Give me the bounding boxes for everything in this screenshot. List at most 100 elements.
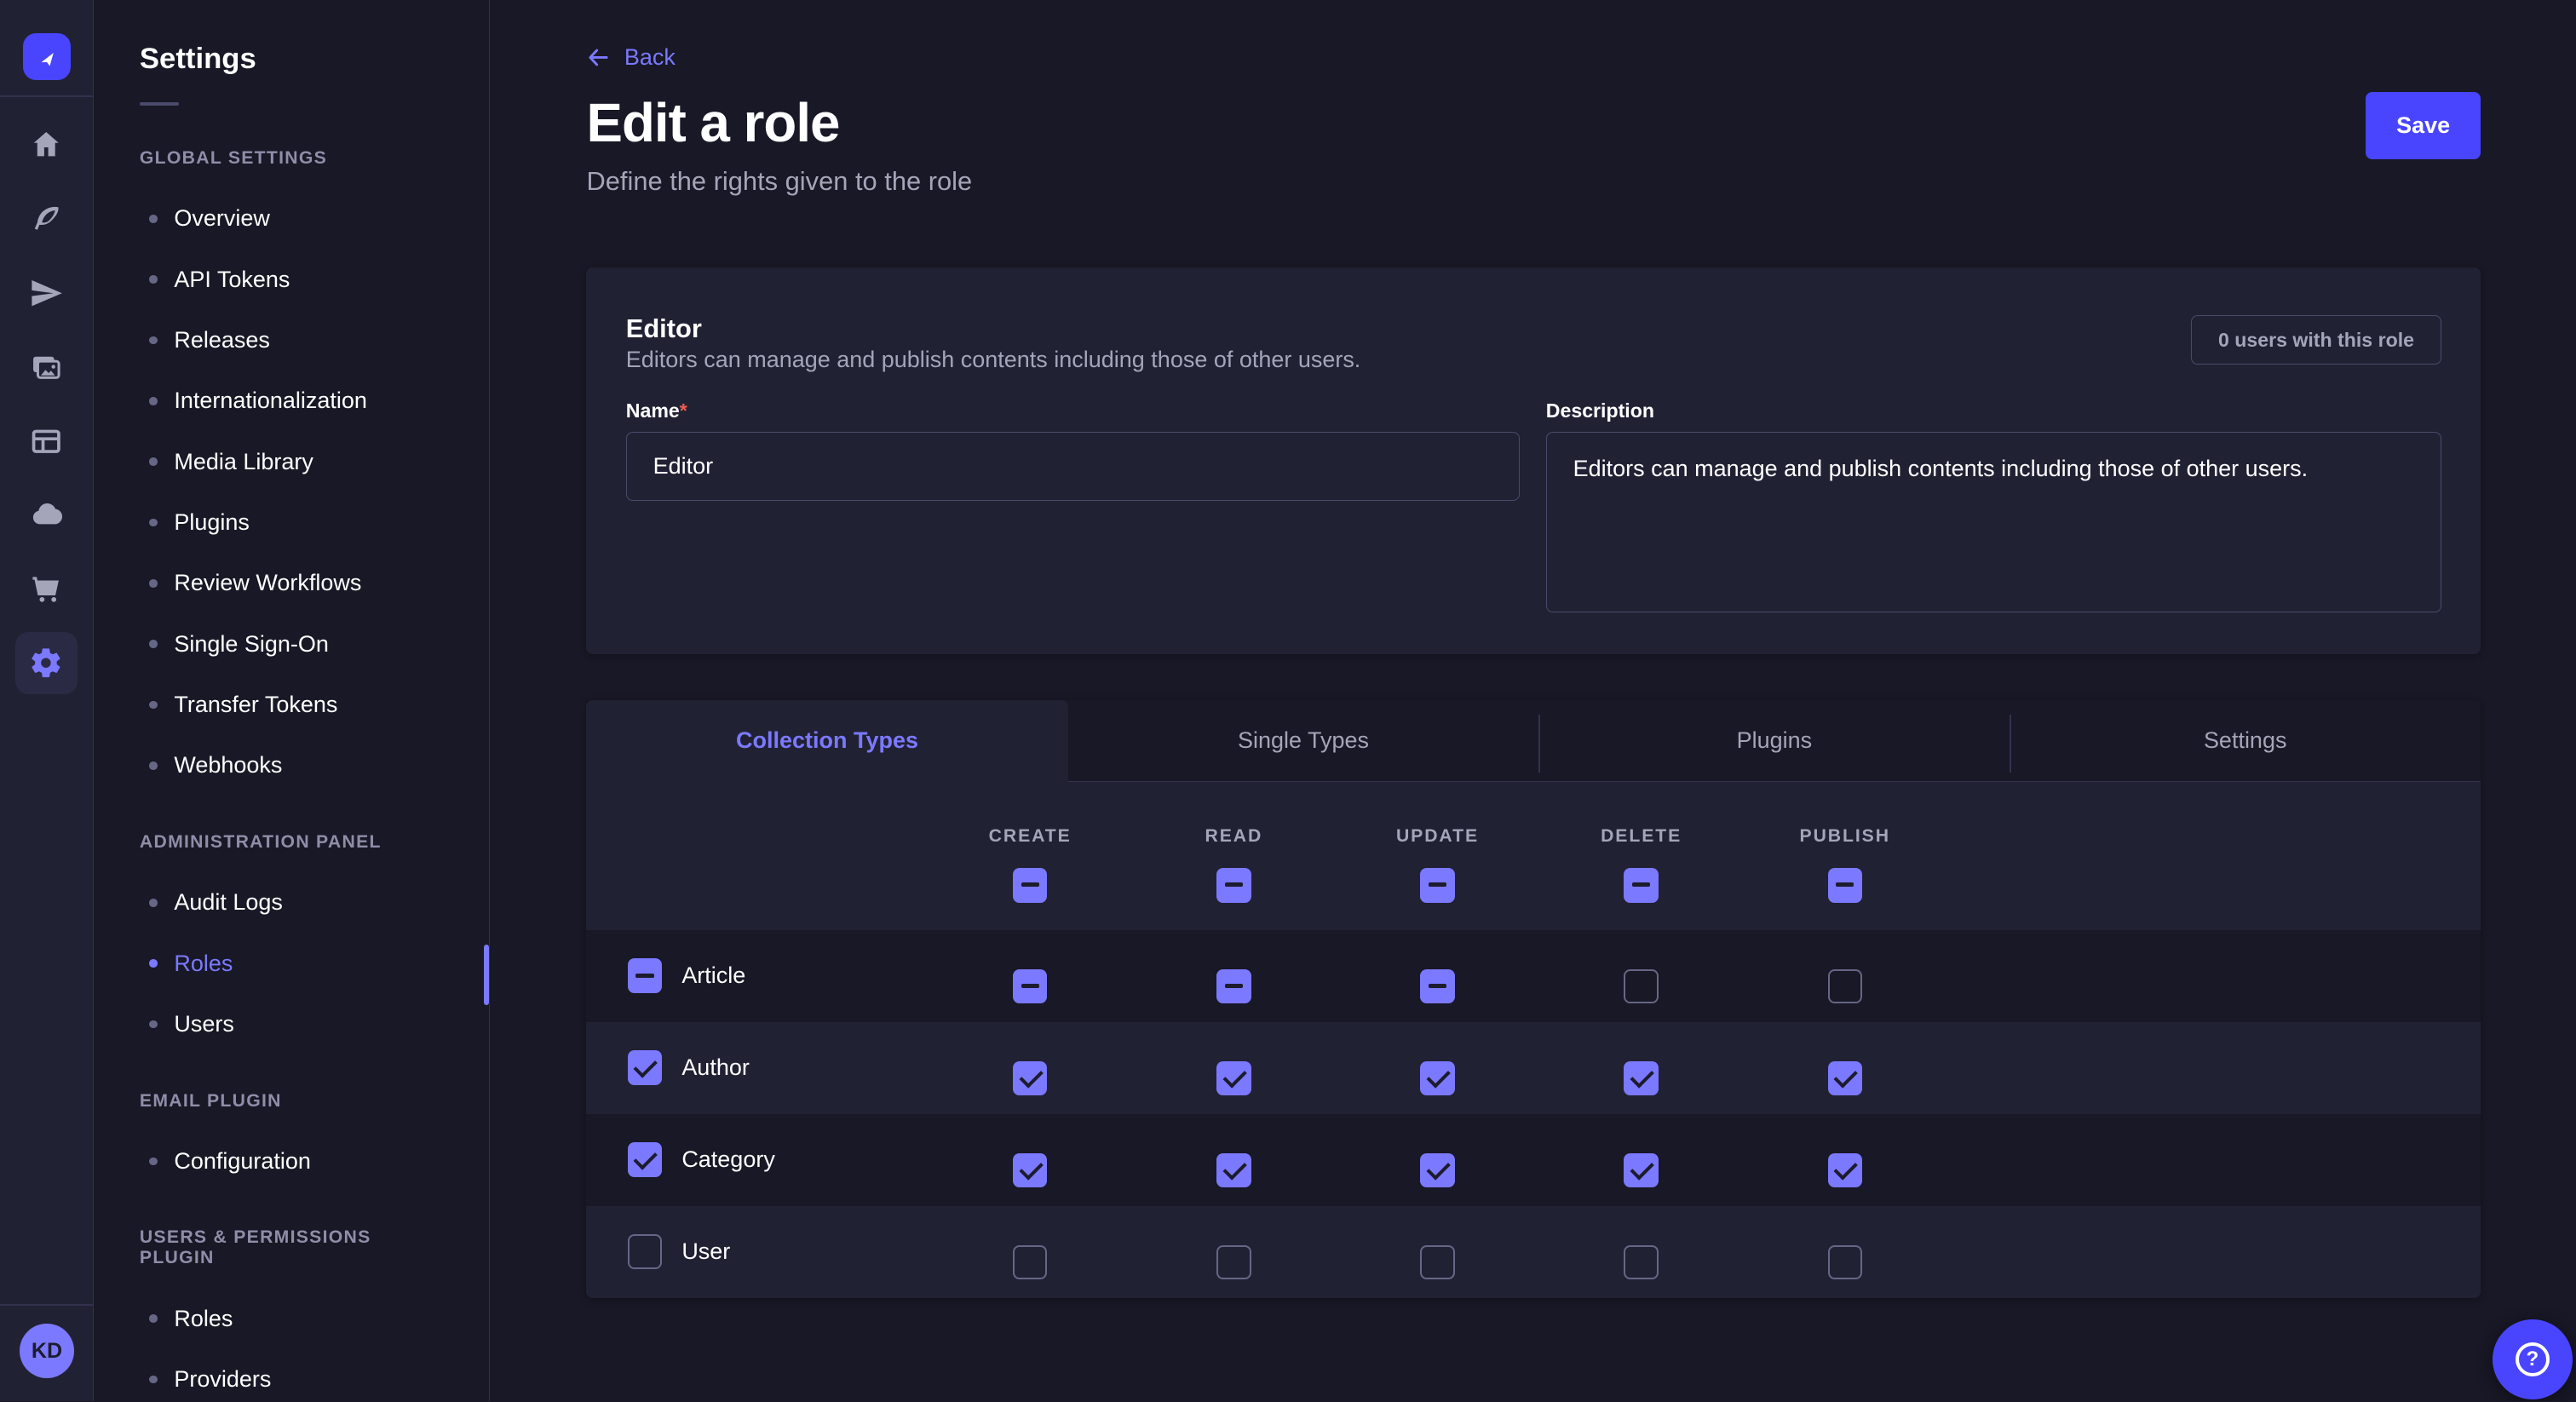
subnav-item-internationalization[interactable]: Internationalization: [95, 371, 489, 431]
article-delete-checkbox[interactable]: [1624, 969, 1658, 1003]
category-update-checkbox[interactable]: [1420, 1153, 1454, 1187]
subnav-item-users[interactable]: Users: [95, 994, 489, 1054]
perm-cell: [1743, 1132, 1946, 1188]
main-content: Back Edit a role Define the rights given…: [490, 0, 2576, 1401]
category-publish-checkbox[interactable]: [1828, 1153, 1862, 1187]
author-publish-checkbox[interactable]: [1828, 1061, 1862, 1095]
user-update-checkbox[interactable]: [1420, 1245, 1454, 1279]
article-update-checkbox[interactable]: [1420, 969, 1454, 1003]
article-create-checkbox[interactable]: [1013, 969, 1047, 1003]
name-input[interactable]: [626, 432, 1520, 501]
subnav-section-2: EMAIL PLUGIN Configuration: [95, 1091, 489, 1192]
settings-gear-icon-box: [15, 632, 78, 694]
subnav-item-plugins[interactable]: Plugins: [95, 492, 489, 553]
user-delete-checkbox[interactable]: [1624, 1245, 1658, 1279]
subnav-section-3: USERS & PERMISSIONS PLUGIN RolesProviders: [95, 1227, 489, 1401]
row-name-cell: Author: [586, 1050, 928, 1084]
description-textarea[interactable]: Editors can manage and publish contents …: [1546, 432, 2441, 612]
section-label: GLOBAL SETTINGS: [140, 148, 445, 169]
tab-collection-types[interactable]: Collection Types: [586, 700, 1067, 782]
permissions-tabbar: Collection TypesSingle TypesPluginsSetti…: [586, 700, 2481, 782]
article-read-checkbox[interactable]: [1216, 969, 1251, 1003]
back-arrow-icon: [586, 45, 611, 70]
permission-row-user: User: [586, 1206, 2481, 1298]
name-field-label: Name*: [626, 399, 687, 422]
user-avatar[interactable]: KD: [20, 1324, 74, 1378]
subnav-item-audit-logs[interactable]: Audit Logs: [95, 872, 489, 933]
marketplace-cart-icon-box: [29, 572, 63, 606]
select-all-create-checkbox[interactable]: [1013, 868, 1047, 902]
description-field-label: Description: [1546, 399, 1654, 422]
main-nav-rail: KD: [0, 0, 94, 1401]
tab-settings[interactable]: Settings: [2010, 700, 2481, 782]
select-all-read-checkbox[interactable]: [1216, 868, 1251, 902]
user-row-checkbox[interactable]: [628, 1234, 662, 1268]
rail-item-paper-plane[interactable]: [0, 256, 93, 330]
category-create-checkbox[interactable]: [1013, 1153, 1047, 1187]
row-label: Author: [681, 1054, 750, 1081]
perm-cell: [1539, 1224, 1743, 1280]
subnav-item-releases[interactable]: Releases: [95, 310, 489, 371]
strapi-logo-icon[interactable]: [23, 33, 71, 81]
section-label: USERS & PERMISSIONS PLUGIN: [140, 1227, 445, 1268]
media-library-icon-box: [29, 350, 63, 384]
subnav-item-webhooks[interactable]: Webhooks: [95, 735, 489, 796]
perm-column-create: CREATE: [929, 782, 1132, 930]
back-label: Back: [624, 44, 676, 71]
subnav-item-configuration[interactable]: Configuration: [95, 1131, 489, 1192]
author-create-checkbox[interactable]: [1013, 1061, 1047, 1095]
back-link[interactable]: Back: [586, 44, 675, 71]
user-read-checkbox[interactable]: [1216, 1245, 1251, 1279]
subnav-item-providers[interactable]: Providers: [95, 1349, 489, 1401]
help-button[interactable]: ?: [2493, 1319, 2573, 1399]
rail-item-cloud[interactable]: [0, 478, 93, 552]
select-all-update-checkbox[interactable]: [1420, 868, 1454, 902]
row-name-cell: Article: [586, 958, 928, 992]
tab-plugins[interactable]: Plugins: [1538, 700, 2010, 782]
author-delete-checkbox[interactable]: [1624, 1061, 1658, 1095]
rail-item-home[interactable]: [0, 108, 93, 182]
subnav-item-api-tokens[interactable]: API Tokens: [95, 249, 489, 309]
category-read-checkbox[interactable]: [1216, 1153, 1251, 1187]
article-publish-checkbox[interactable]: [1828, 969, 1862, 1003]
subnav-item-roles[interactable]: Roles: [95, 1289, 489, 1349]
subnav-item-review-workflows[interactable]: Review Workflows: [95, 553, 489, 613]
cloud-icon-box: [29, 497, 63, 531]
rail-item-settings-gear[interactable]: [0, 626, 93, 700]
category-row-checkbox[interactable]: [628, 1142, 662, 1176]
rail-item-media-library[interactable]: [0, 330, 93, 405]
media-library-icon: [29, 350, 63, 384]
user-publish-checkbox[interactable]: [1828, 1245, 1862, 1279]
perm-cell: [1336, 1040, 1539, 1096]
perm-cell: [1132, 1040, 1336, 1096]
article-row-checkbox[interactable]: [628, 958, 662, 992]
subnav-item-media-library[interactable]: Media Library: [95, 431, 489, 491]
author-update-checkbox[interactable]: [1420, 1061, 1454, 1095]
subnav-item-overview[interactable]: Overview: [95, 188, 489, 249]
tab-single-types[interactable]: Single Types: [1068, 700, 1539, 782]
subnav-item-roles[interactable]: Roles: [95, 933, 489, 993]
user-create-checkbox[interactable]: [1013, 1245, 1047, 1279]
perm-cell: [1336, 1132, 1539, 1188]
perm-column-read: READ: [1132, 782, 1336, 930]
users-with-role-badge[interactable]: 0 users with this role: [2191, 315, 2441, 365]
select-all-delete-checkbox[interactable]: [1624, 868, 1658, 902]
subnav-scrollbar-thumb[interactable]: [484, 945, 489, 1005]
home-icon-box: [29, 128, 63, 162]
select-all-publish-checkbox[interactable]: [1828, 868, 1862, 902]
perm-column-publish: PUBLISH: [1743, 782, 1946, 930]
rail-item-marketplace-cart[interactable]: [0, 552, 93, 626]
perm-column-label: CREATE: [989, 826, 1072, 847]
section-label: EMAIL PLUGIN: [140, 1091, 445, 1112]
settings-gear-icon: [29, 646, 63, 680]
rail-item-layout[interactable]: [0, 404, 93, 478]
save-button[interactable]: Save: [2366, 92, 2481, 159]
category-delete-checkbox[interactable]: [1624, 1153, 1658, 1187]
required-asterisk: *: [680, 399, 687, 422]
author-row-checkbox[interactable]: [628, 1050, 662, 1084]
subnav-item-transfer-tokens[interactable]: Transfer Tokens: [95, 675, 489, 735]
subnav-item-single-sign-on[interactable]: Single Sign-On: [95, 614, 489, 675]
author-read-checkbox[interactable]: [1216, 1061, 1251, 1095]
perm-cell: [1132, 948, 1336, 1004]
rail-item-feather[interactable]: [0, 182, 93, 256]
